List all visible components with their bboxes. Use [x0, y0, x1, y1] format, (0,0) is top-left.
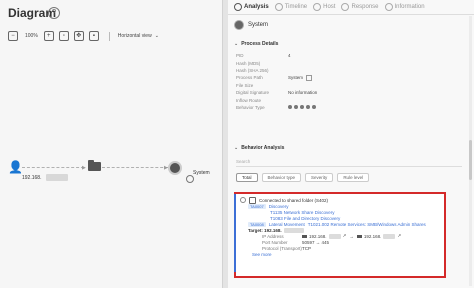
- toolbar-divider: [108, 31, 110, 41]
- detail-row: Hash (SHA 256): [236, 67, 269, 73]
- behavior-item: Connected to shared folder (S402) TA0007…: [240, 196, 440, 257]
- flag-icon: [356, 234, 362, 238]
- detail-row: File Size: [236, 82, 254, 88]
- tab-information[interactable]: Information: [384, 0, 431, 14]
- details-panel: Analysis Timeline Host Response Informat…: [228, 0, 474, 288]
- behavior-search-input[interactable]: Search: [236, 158, 462, 167]
- timeline-icon: [274, 3, 283, 11]
- process-header: System: [234, 20, 268, 30]
- filter-behavior-type[interactable]: Behavior type: [261, 173, 302, 182]
- tactic-badge[interactable]: TA0007: [248, 203, 266, 209]
- redacted-ip: [46, 174, 68, 181]
- target-label: Target: 192.168.: [248, 227, 282, 233]
- response-icon: [341, 3, 350, 11]
- detail-row: Process Path System: [236, 74, 466, 81]
- scrollbar-thumb[interactable]: [469, 140, 472, 180]
- tactic-label[interactable]: Lateral Movement: [269, 222, 305, 227]
- detail-row: Hash (MD5): [236, 60, 261, 66]
- panel-tabs: Analysis Timeline Host Response Informat…: [228, 0, 474, 15]
- system-node-icon[interactable]: [168, 161, 182, 175]
- technique-link[interactable]: T1135 Network Share Discovery: [270, 210, 334, 215]
- see-more-link[interactable]: See more: [240, 251, 440, 257]
- detail-row: PID 4: [236, 53, 291, 59]
- external-link-icon[interactable]: ↗: [397, 233, 401, 239]
- diagram-pane: Diagram ? − 100% + ▫ ✥ ▪ Horizontal view…: [0, 0, 222, 288]
- detail-row: Inflow Route: [236, 97, 262, 103]
- chevron-down-icon[interactable]: ⌄: [155, 33, 159, 39]
- info-icon: [384, 3, 393, 11]
- host-icon: [313, 3, 322, 11]
- screenshot-icon[interactable]: ▪: [88, 31, 99, 41]
- external-link-icon[interactable]: ↗: [343, 233, 347, 239]
- detail-row: Behavior Type: [236, 104, 466, 111]
- filter-rule-level[interactable]: Rule level: [337, 173, 370, 182]
- help-icon[interactable]: ?: [48, 7, 60, 19]
- tab-response[interactable]: Response: [341, 0, 384, 14]
- tactic-badge[interactable]: TA0008: [248, 221, 266, 227]
- tactic-label[interactable]: Discovery: [269, 204, 289, 209]
- select-radio[interactable]: [240, 197, 246, 203]
- process-details-toggle[interactable]: Process Details: [234, 41, 278, 47]
- arrow-head-icon: ▶: [82, 165, 86, 171]
- gear-icon: [186, 175, 194, 183]
- user-ip-label: 192.168.: [22, 175, 42, 181]
- behavior-rule-icon: [249, 196, 256, 204]
- severity-accent-bar: [234, 194, 236, 272]
- redacted-value: [283, 227, 304, 233]
- tab-host[interactable]: Host: [313, 0, 341, 14]
- process-name: System: [248, 22, 269, 28]
- edge-user-folder: [22, 167, 84, 169]
- system-process-icon: [234, 20, 244, 30]
- behavior-analysis-toggle[interactable]: Behavior Analysis: [234, 145, 284, 151]
- tab-analysis[interactable]: Analysis: [228, 0, 275, 14]
- behavior-title: Connected to shared folder (S402): [259, 197, 329, 203]
- process-details-table: PID 4 Hash (MD5) Hash (SHA 256) Process P…: [236, 52, 466, 111]
- tab-timeline[interactable]: Timeline: [274, 0, 313, 14]
- view-mode-select[interactable]: Horizontal view: [118, 33, 152, 39]
- user-node-icon[interactable]: 👤: [8, 160, 23, 174]
- detail-row: Digital Signature No information: [236, 90, 318, 96]
- edge-folder-system: [102, 167, 168, 169]
- filter-total[interactable]: Total: [236, 173, 258, 182]
- technique-link[interactable]: T1083 File and Directory Discovery: [270, 216, 340, 221]
- analysis-icon: [234, 3, 242, 11]
- zoom-in-icon[interactable]: +: [43, 31, 54, 41]
- system-node-label: System: [193, 170, 210, 176]
- filter-severity[interactable]: Severity: [305, 173, 334, 182]
- behavior-filters: Total Behavior type Severity Rule level: [236, 173, 373, 182]
- technique-link[interactable]: T1021.002 Remote Services: SMB/Windows A…: [308, 222, 426, 227]
- folder-node-icon[interactable]: [88, 160, 101, 171]
- move-icon[interactable]: ✥: [73, 31, 84, 41]
- fit-view-icon[interactable]: ▫: [58, 31, 69, 41]
- behavior-type-icons: [288, 105, 318, 110]
- zoom-level[interactable]: 100%: [25, 33, 38, 39]
- flag-icon: [302, 234, 307, 238]
- copy-icon[interactable]: [306, 74, 313, 81]
- zoom-out-icon[interactable]: −: [8, 31, 18, 41]
- diagram-toolbar: − 100% + ▫ ✥ ▪ Horizontal view ⌄: [8, 30, 159, 42]
